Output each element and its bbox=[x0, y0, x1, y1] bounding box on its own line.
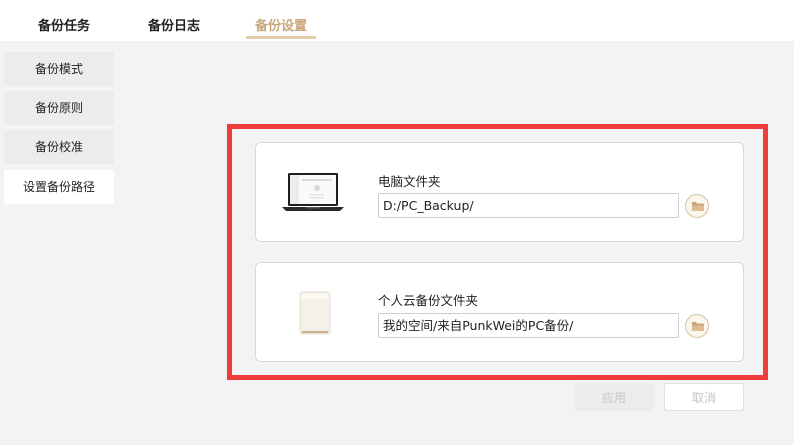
sidebar-item-label: 备份原则 bbox=[34, 101, 83, 115]
sidebar-item-backup-rules[interactable]: 备份原则 bbox=[4, 91, 114, 125]
laptop-icon bbox=[280, 169, 346, 217]
cloud-folder-card: 个人云备份文件夹 我的空间/来自PunkWei的PC备份/ bbox=[255, 262, 744, 362]
cloud-folder-path-input[interactable]: 我的空间/来自PunkWei的PC备份/ bbox=[378, 313, 679, 338]
cancel-button[interactable]: 取消 bbox=[664, 383, 744, 411]
pc-folder-path-input[interactable]: D:/PC_Backup/ bbox=[378, 193, 679, 218]
cancel-button-label: 取消 bbox=[691, 391, 716, 405]
apply-button-label: 应用 bbox=[601, 391, 626, 405]
folder-icon bbox=[692, 322, 704, 331]
pc-folder-label: 电脑文件夹 bbox=[378, 174, 441, 189]
tab-backup-logs[interactable]: 备份日志 bbox=[136, 0, 212, 41]
active-tab-indicator bbox=[246, 36, 316, 39]
top-tab-bar: 备份任务 备份日志 备份设置 bbox=[0, 0, 794, 41]
settings-sidebar: 备份模式 备份原则 备份校准 设置备份路径 bbox=[0, 41, 119, 445]
cloud-folder-label: 个人云备份文件夹 bbox=[378, 293, 479, 308]
sidebar-item-backup-path[interactable]: 设置备份路径 bbox=[4, 170, 114, 204]
tab-backup-settings[interactable]: 备份设置 bbox=[246, 0, 316, 41]
sidebar-item-backup-mode[interactable]: 备份模式 bbox=[4, 52, 114, 86]
sidebar-item-label: 备份校准 bbox=[34, 140, 83, 154]
cloud-device-icon bbox=[298, 290, 332, 336]
pc-folder-browse-button[interactable] bbox=[685, 194, 709, 218]
sidebar-item-label: 设置备份路径 bbox=[22, 180, 95, 194]
apply-button[interactable]: 应用 bbox=[574, 383, 654, 411]
sidebar-item-backup-calibration[interactable]: 备份校准 bbox=[4, 130, 114, 164]
folder-icon bbox=[692, 202, 704, 211]
tab-backup-logs-label: 备份日志 bbox=[147, 19, 200, 34]
pc-folder-card: 电脑文件夹 D:/PC_Backup/ bbox=[255, 142, 744, 242]
sidebar-item-label: 备份模式 bbox=[34, 62, 83, 76]
tab-backup-tasks-label: 备份任务 bbox=[37, 19, 90, 34]
tab-backup-settings-label: 备份设置 bbox=[254, 19, 307, 34]
tab-backup-tasks[interactable]: 备份任务 bbox=[26, 0, 102, 41]
cloud-folder-browse-button[interactable] bbox=[685, 314, 709, 338]
